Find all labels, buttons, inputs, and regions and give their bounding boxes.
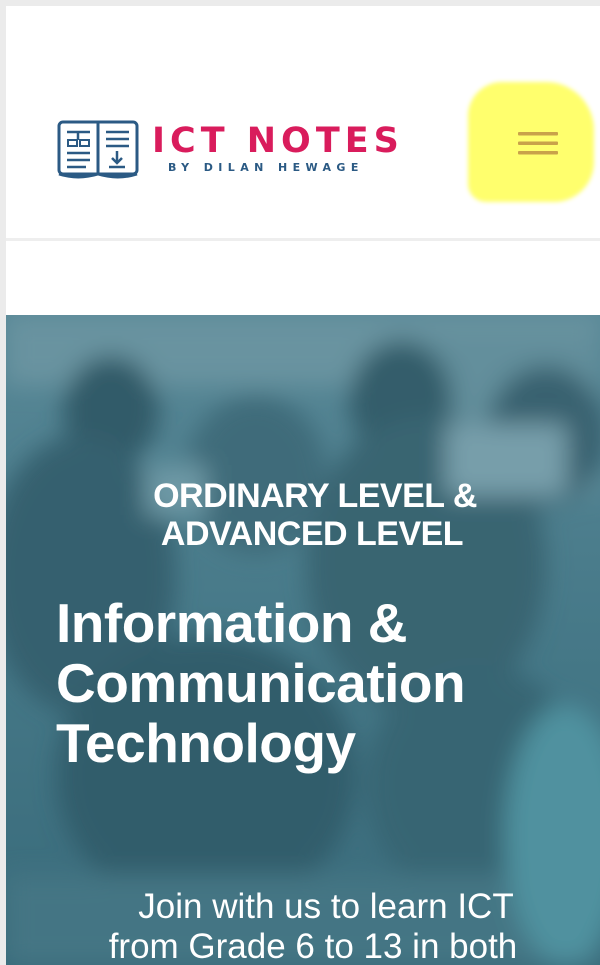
hero-title: Information & Communication Technology [56, 593, 596, 773]
site-logo[interactable]: ICT NOTES BY DILAN HEWAGE [56, 114, 404, 184]
hero-title-line: Communication [56, 652, 466, 714]
logo-text: ICT NOTES BY DILAN HEWAGE [152, 123, 404, 175]
header-divider [6, 238, 600, 241]
browser-viewport: ICT NOTES BY DILAN HEWAGE ORDINARY LEVEL… [6, 6, 600, 965]
hero-section: ORDINARY LEVEL & ADVANCED LEVEL Informat… [6, 315, 600, 965]
hero-title-line: Technology [56, 712, 356, 774]
hamburger-menu-button[interactable] [513, 118, 563, 168]
hero-description-line: Join with us to learn ICT [138, 887, 514, 926]
hero-kicker-line: ADVANCED LEVEL [160, 515, 464, 553]
logo-title: ICT NOTES [152, 121, 404, 161]
hero-kicker-line: ORDINARY LEVEL & [153, 477, 477, 515]
hero-title-line: Information & [56, 592, 407, 654]
hero-description: Join with us to learn ICT from Grade 6 t… [6, 887, 600, 965]
site-header: ICT NOTES BY DILAN HEWAGE [6, 6, 600, 238]
book-download-icon [57, 120, 139, 179]
logo-subtitle: BY DILAN HEWAGE [168, 161, 364, 174]
hero-description-line: from Grade 6 to 13 in both [108, 927, 518, 965]
hamburger-menu-icon [518, 132, 558, 155]
hero-kicker: ORDINARY LEVEL & ADVANCED LEVEL [6, 477, 600, 553]
